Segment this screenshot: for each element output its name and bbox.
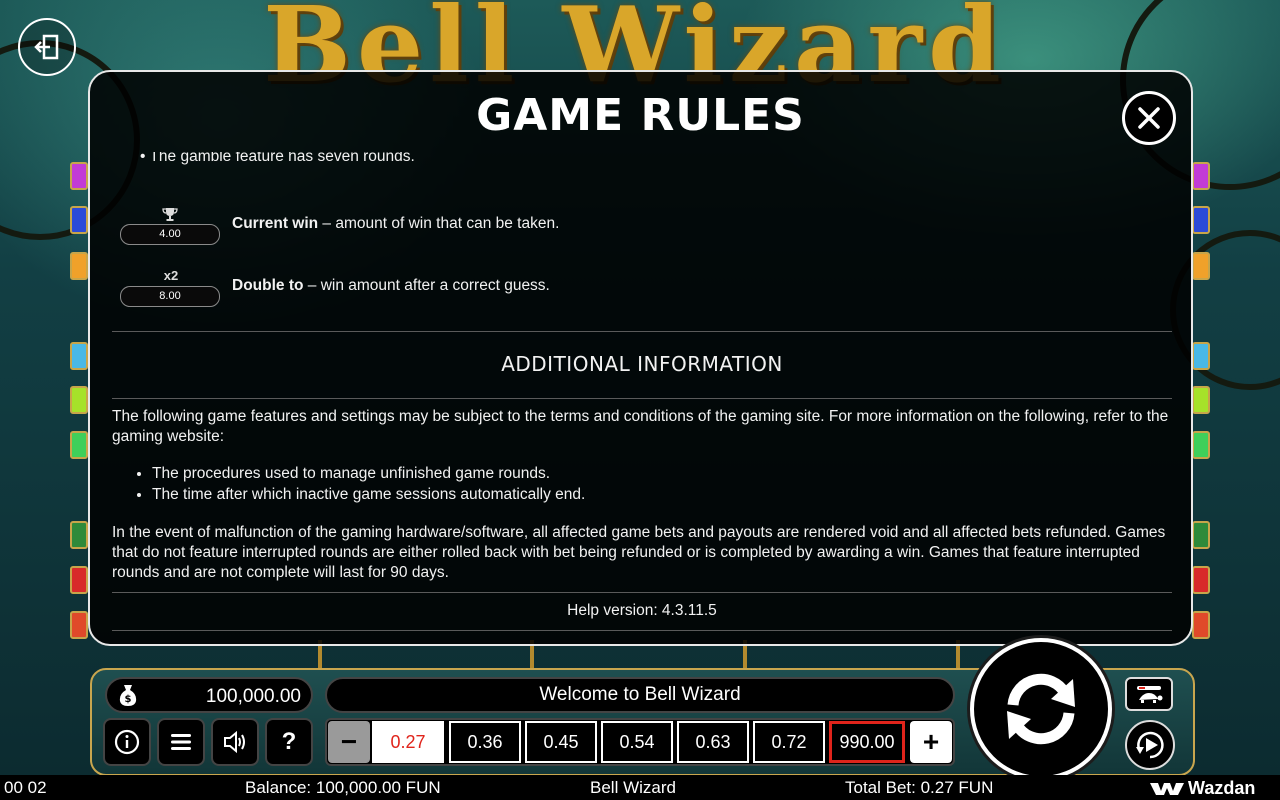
feature-current-win: 4.00 Current win – amount of win that ca… [120,207,1020,247]
current-win-term: Current win [232,215,319,232]
footer-game-name: Bell Wizard [590,778,676,797]
spin-button[interactable] [970,638,1112,780]
trophy-icon [162,208,178,221]
bet-option[interactable]: 0.45 [525,721,597,763]
payline-marker [70,431,88,459]
double-to-description: Double to – win amount after a correct g… [232,276,550,296]
divider [112,398,1172,399]
plus-icon: + [922,726,940,757]
bet-option[interactable]: 0.63 [677,721,749,763]
payline-marker [1192,386,1210,414]
info-button[interactable] [103,718,151,766]
malfunction-paragraph: In the event of malfunction of the gamin… [112,524,1166,581]
divider [112,630,1172,631]
payline-marker [1192,566,1210,594]
feature-double-to: x2 8.00 Double to – win amount after a c… [120,269,1020,309]
close-button[interactable] [1122,91,1176,145]
footer-balance: Balance: 100,000.00 FUN [245,778,441,797]
autoplay-button[interactable] [1125,720,1175,770]
status-bar: 00 02 Balance: 100,000.00 FUN Bell Wizar… [0,775,1280,800]
minus-icon: − [340,726,358,757]
sound-button[interactable] [211,718,259,766]
payline-marker [1192,206,1210,234]
section-title: ADDITIONAL INFORMATION [501,352,783,376]
session-time: 00 02 [4,778,47,797]
bet-option[interactable]: 0.72 [753,721,825,763]
intro-paragraph: The following game features and settings… [112,408,1169,445]
close-icon [1138,107,1160,129]
payline-marker [70,566,88,594]
current-win-indicator: 4.00 [120,207,220,247]
list-item: The procedures used to manage unfinished… [152,464,1152,484]
divider [112,592,1172,593]
spin-icon [1007,673,1075,745]
bet-option-max[interactable]: 990.00 [829,721,905,763]
question-icon: ? [281,728,297,755]
game-rules-modal: GAME RULES • The gamble feature has seve… [88,70,1193,646]
bet-option[interactable]: 0.54 [601,721,673,763]
help-button[interactable]: ? [265,718,313,766]
payline-marker [70,252,88,280]
info-bullet-list: The procedures used to manage unfinished… [152,464,1152,506]
double-to-term: Double to [232,277,304,294]
payline-marker [70,206,88,234]
autoplay-icon [1136,731,1164,759]
payline-marker [1192,431,1210,459]
payline-marker [1192,521,1210,549]
clipped-bullet: • The gamble feature has seven rounds. [140,152,415,166]
payline-marker [1192,611,1210,639]
balance-value: 100,000.00 [205,686,301,707]
turtle-icon [1137,686,1163,703]
payline-marker [70,386,88,414]
payline-marker [1192,162,1210,190]
brand-logo: Wazdan [1150,776,1255,800]
message-bar: Welcome to Bell Wizard [325,677,955,713]
current-win-description: Current win – amount of win that can be … [232,214,559,234]
current-win-value: 4.00 [120,224,220,245]
payline-marker [70,342,88,370]
svg-text:$: $ [125,694,132,705]
exit-icon [34,34,59,60]
brand-name: Wazdan [1188,778,1256,798]
modal-title: GAME RULES [476,90,805,141]
payline-marker [70,521,88,549]
double-to-desc: – win amount after a correct guess. [303,277,550,294]
wazdan-logo-icon [1150,782,1184,795]
menu-icon [171,734,191,750]
turbo-button[interactable] [1125,677,1173,711]
payline-marker [1192,252,1210,280]
rules-content[interactable]: • The gamble feature has seven rounds. 4… [112,152,1172,642]
clipped-bullet-text: The gamble feature has seven rounds. [149,152,415,165]
payline-marker [70,611,88,639]
menu-button[interactable] [157,718,205,766]
bet-option[interactable]: 0.27 [372,721,444,763]
double-to-indicator: x2 8.00 [120,269,220,309]
speaker-icon [224,730,245,754]
current-win-desc: – amount of win that can be taken. [318,215,560,232]
balance-display: $ 100,000.00 [105,677,313,713]
bet-option[interactable]: 0.36 [449,721,521,763]
payline-marker [1192,342,1210,370]
money-bag-icon: $ [119,685,137,706]
info-icon [114,729,140,755]
divider [112,331,1172,332]
payline-marker [70,162,88,190]
exit-button[interactable] [18,18,76,76]
footer-total-bet: Total Bet: 0.27 FUN [845,778,994,797]
double-to-value: 8.00 [120,286,220,307]
list-item: The time after which inactive game sessi… [152,485,1152,505]
help-version: Help version: 4.3.11.5 [567,602,717,619]
decrease-bet-button[interactable]: − [328,721,370,763]
increase-bet-button[interactable]: + [910,721,952,763]
double-icon: x2 [163,268,179,283]
